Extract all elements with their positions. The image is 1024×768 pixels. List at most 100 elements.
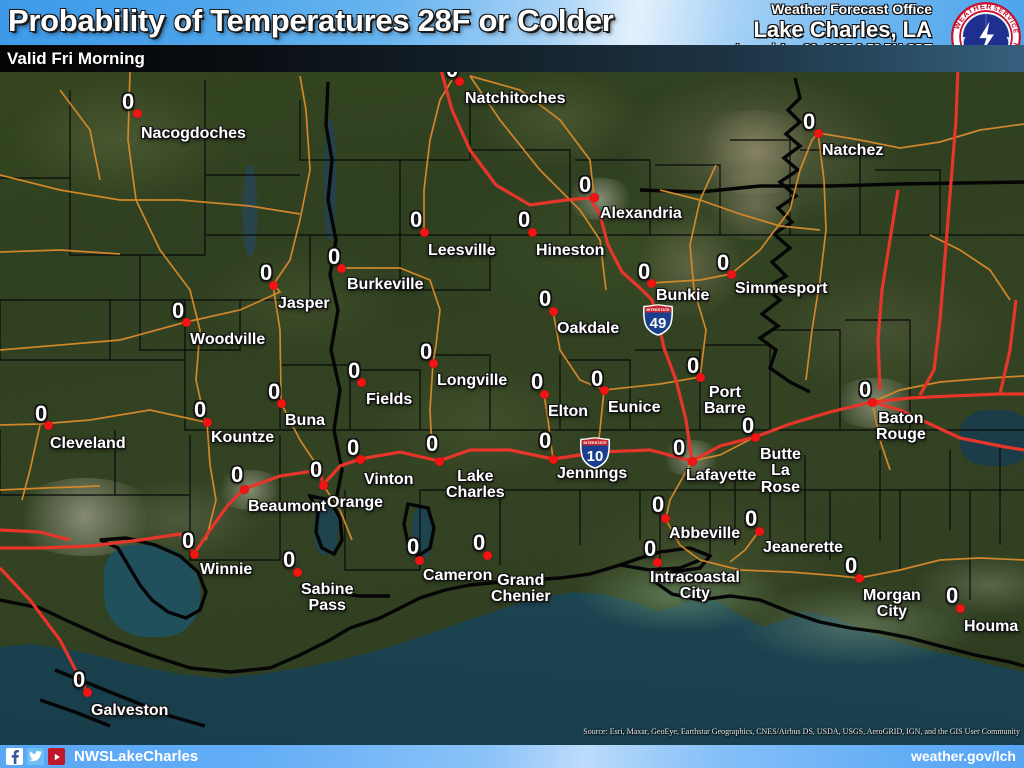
city-label: Lafayette (686, 467, 757, 484)
valid-time-bar: Valid Fri Morning (0, 45, 1024, 72)
city-label: Hineston (536, 242, 605, 259)
national-weather-service-logo: WEATHER NATIONAL SERVICE (951, 2, 1021, 45)
probability-value: 0 (194, 397, 207, 422)
city-dot-icon (688, 457, 697, 466)
title-banner: Probability of Temperatures 28F or Colde… (0, 0, 1024, 45)
map-canvas[interactable]: 0 Nacogdoches 0 Natchitoches 0 Natchez 0 Alexan… (0, 0, 1024, 745)
probability-value: 0 (182, 528, 195, 553)
city-label: Cleveland (50, 435, 126, 452)
office-name: Lake Charles, LA (753, 16, 932, 42)
city-label: Vinton (364, 471, 414, 488)
probability-value: 0 (231, 462, 244, 487)
city-label: Buna (285, 412, 325, 429)
probability-value: 0 (407, 534, 420, 559)
youtube-icon[interactable] (48, 748, 65, 765)
city-dot-icon (590, 193, 599, 202)
office-label: Weather Forecast Office (771, 1, 932, 17)
city-label: Natchitoches (465, 90, 566, 107)
probability-value: 0 (579, 172, 592, 197)
probability-value: 0 (518, 207, 531, 232)
city-label: Alexandria (600, 205, 682, 222)
city-label: Natchez (822, 142, 884, 159)
city-label: Lake Charles (446, 468, 505, 502)
city-label: Cameron (423, 567, 493, 584)
city-label: Oakdale (557, 320, 620, 337)
city-label: Sabine Pass (301, 581, 354, 615)
city-label: Burkeville (347, 276, 424, 293)
probability-value: 0 (426, 431, 439, 456)
probability-value: 0 (591, 366, 604, 391)
interstate-number-text: 10 (587, 448, 604, 465)
footer-bar: NWSLakeCharles weather.gov/lch (0, 745, 1024, 768)
probability-value: 0 (717, 250, 730, 275)
city-label: Nacogdoches (141, 125, 246, 142)
website-url[interactable]: weather.gov/lch (911, 745, 1016, 768)
probability-value: 0 (283, 547, 296, 572)
probability-value: 0 (260, 260, 273, 285)
probability-value: 0 (347, 435, 360, 460)
city-label: Longville (437, 372, 508, 389)
probability-value: 0 (946, 583, 959, 608)
probability-value: 0 (310, 457, 323, 482)
probability-value: 0 (410, 207, 423, 232)
probability-value: 0 (420, 339, 433, 364)
city-dot-icon (435, 457, 444, 466)
probability-value: 0 (539, 286, 552, 311)
city-label: Leesville (428, 242, 496, 259)
city-label: Bunkie (656, 287, 710, 304)
city-label: Butte La Rose (760, 446, 801, 496)
city-dot-icon (549, 455, 558, 464)
probability-value: 0 (673, 435, 686, 460)
city-label: Fields (366, 391, 413, 408)
probability-value: 0 (348, 358, 361, 383)
city-label: Eunice (608, 399, 661, 416)
office-info-block: Weather Forecast Office Lake Charles, LA… (736, 2, 932, 45)
probability-value: 0 (644, 536, 657, 561)
probability-value: 0 (122, 89, 135, 114)
probability-value: 0 (539, 428, 552, 453)
interstate-49-shield: INTERSTATE 49 (641, 304, 675, 336)
weather-map-graphic: 0 Nacogdoches 0 Natchitoches 0 Natchez 0 Alexan… (0, 0, 1024, 768)
city-label: Galveston (91, 702, 169, 719)
city-label: Orange (327, 494, 384, 511)
valid-time-text: Valid Fri Morning (7, 49, 145, 68)
city-label: Winnie (200, 561, 253, 578)
probability-value: 0 (745, 506, 758, 531)
probability-value: 0 (859, 377, 872, 402)
city-dot-icon (133, 109, 142, 118)
twitter-icon[interactable] (27, 748, 44, 765)
city-label: Beaumont (248, 498, 327, 515)
city-label: Baton Rouge (876, 410, 926, 444)
interstate-banner-text: INTERSTATE (647, 308, 670, 312)
probability-value: 0 (531, 369, 544, 394)
city-label: Houma (964, 618, 1019, 635)
city-label: Woodville (190, 331, 266, 348)
social-links-group: NWSLakeCharles (6, 745, 198, 768)
city-label: Abbeville (669, 525, 741, 542)
interstate-10-shield: INTERSTATE 10 (578, 437, 612, 469)
city-label: Grand Chenier (491, 572, 551, 606)
probability-value: 0 (172, 298, 185, 323)
map-vector-layer (0, 67, 1024, 728)
city-dot-icon (319, 481, 328, 490)
probability-value: 0 (687, 353, 700, 378)
page-title: Probability of Temperatures 28F or Colde… (8, 3, 614, 38)
probability-value: 0 (638, 259, 651, 284)
map-attribution: Source: Esri, Maxar, GeoEye, Earthstar G… (583, 727, 1020, 736)
probability-value: 0 (73, 667, 86, 692)
probability-value: 0 (35, 401, 48, 426)
city-label: Port Barre (704, 384, 746, 418)
city-label: Elton (548, 403, 588, 420)
city-label: Kountze (211, 429, 275, 446)
probability-value: 0 (742, 413, 755, 438)
interstate-number-text: 49 (650, 315, 667, 332)
city-label: Morgan City (863, 587, 921, 621)
probability-value: 0 (328, 244, 341, 269)
social-handle-text[interactable]: NWSLakeCharles (74, 745, 198, 768)
city-label: Jeanerette (763, 539, 844, 556)
probability-value: 0 (268, 379, 281, 404)
facebook-icon[interactable] (6, 748, 23, 765)
city-label: Jasper (278, 295, 330, 312)
probability-value: 0 (652, 492, 665, 517)
probability-value: 0 (473, 530, 486, 555)
